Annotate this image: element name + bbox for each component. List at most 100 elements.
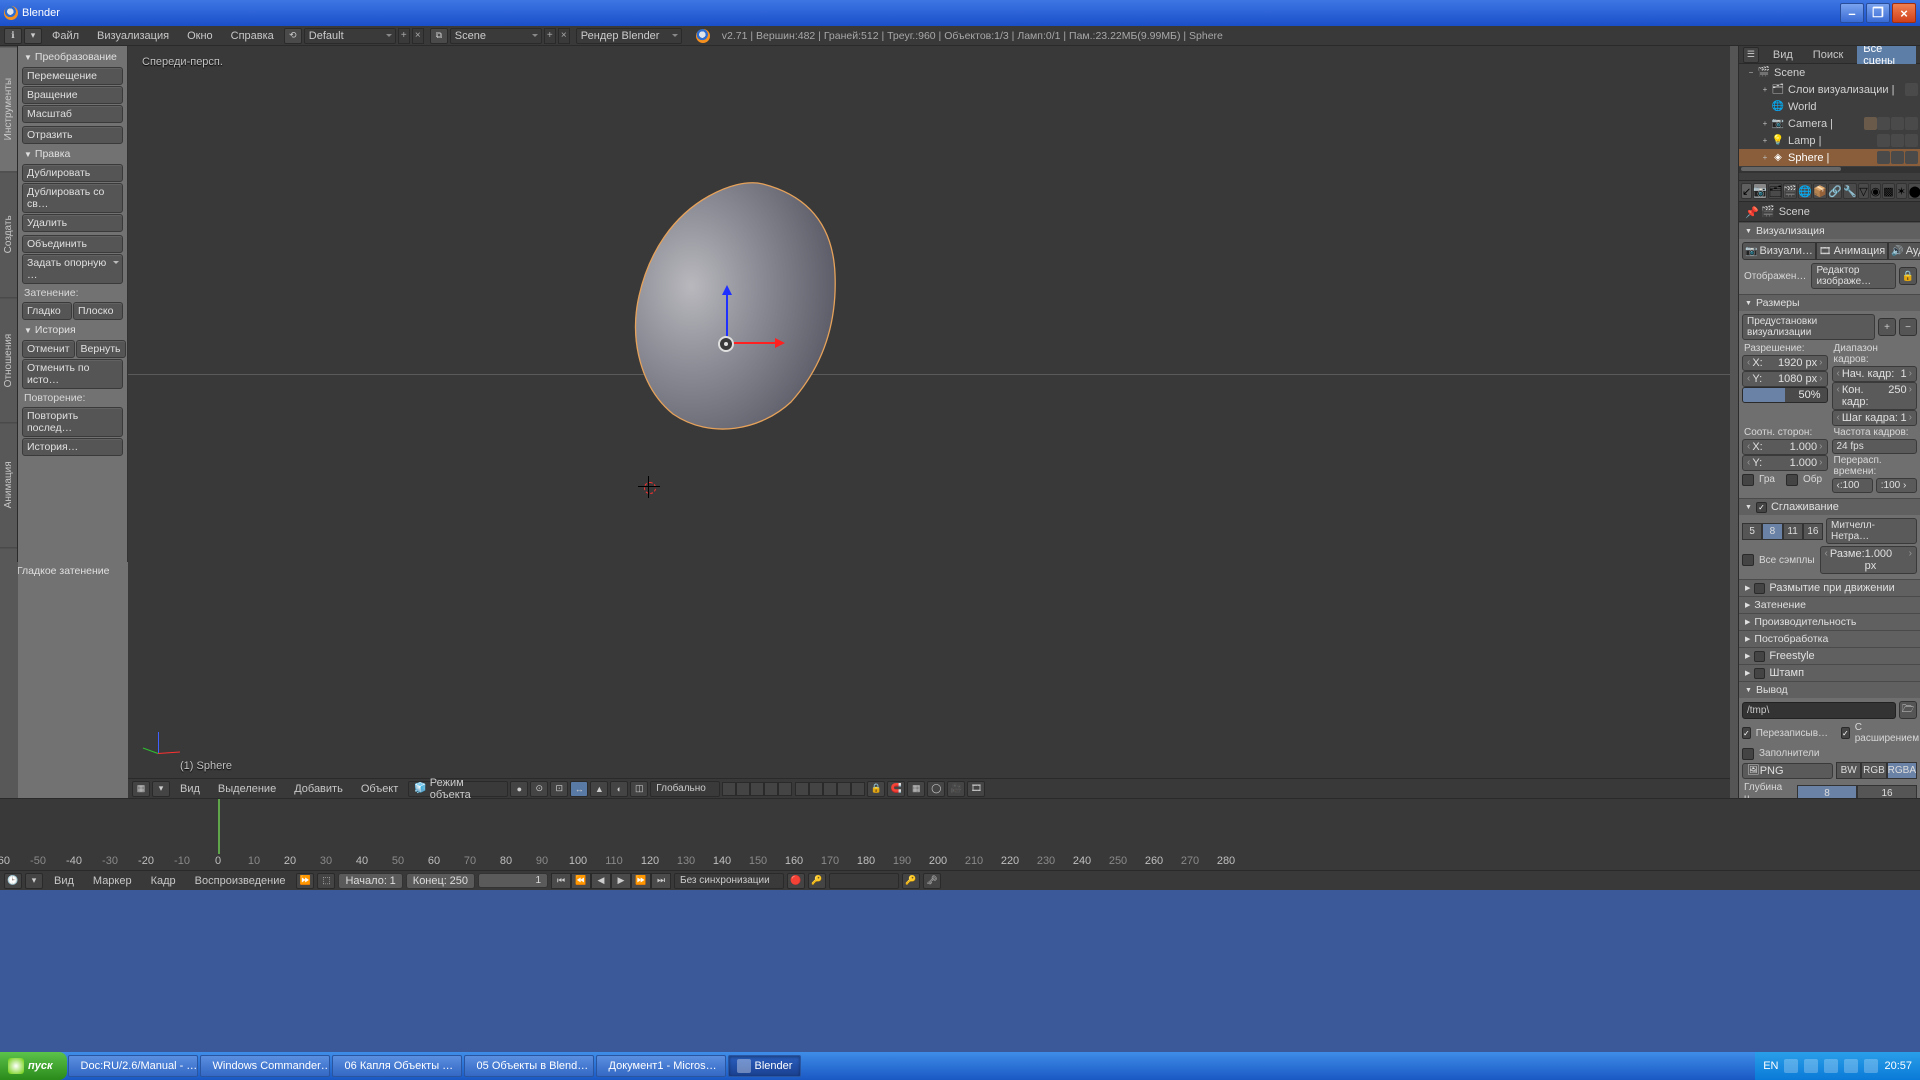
end-frame-field[interactable]: Кон. кадр:250 [1832,382,1918,410]
ptab-context-icon[interactable]: ↙ [1741,183,1752,199]
panel-post[interactable]: Постобработка [1739,630,1920,647]
set-origin-button[interactable]: Задать опорную … [22,254,123,284]
lock-camera-icon[interactable]: 🔒 [867,781,885,797]
mesh-sphere[interactable] [633,180,838,436]
play-icon[interactable]: ▶ [611,873,631,889]
mirror-button[interactable]: Отразить [22,126,123,144]
aspect-x-field[interactable]: X:1.000 [1742,439,1828,455]
3d-cursor[interactable] [638,476,660,498]
layout-del[interactable]: × [412,28,424,44]
depth-16[interactable]: 16 [1857,785,1917,799]
tl-menu-frame[interactable]: Кадр [143,873,184,889]
output-browse-icon[interactable]: 🗁 [1899,701,1917,719]
timeline-editor-icon[interactable]: 🕒 [4,873,22,889]
tray-icon[interactable] [1844,1059,1858,1073]
3d-viewport[interactable]: Спереди-персп. [128,46,1730,798]
ptab-layers-icon[interactable]: 🗂 [1768,183,1782,199]
join-button[interactable]: Объединить [22,235,123,253]
vtab-tools[interactable]: Инструменты [0,46,17,171]
panel-render-head[interactable]: Визуализация [1739,222,1920,239]
shade-smooth-button[interactable]: Гладко [22,302,72,320]
outliner-tree[interactable]: −🎬Scene+🗂Слои визуализации |🌐World+📷Came… [1739,64,1920,180]
lang-indicator[interactable]: EN [1763,1060,1778,1072]
duplicate-button[interactable]: Дублировать [22,164,123,182]
outliner-row[interactable]: +📷Camera | [1739,115,1920,132]
ptab-modifiers-icon[interactable]: 🔧 [1843,183,1857,199]
proportional-icon[interactable]: ◯ [927,781,945,797]
taskbar-app-button[interactable]: Blender [728,1055,802,1077]
key-insert-icon[interactable]: 🔑 [902,873,920,889]
vp-menu-add[interactable]: Добавить [286,781,351,797]
tray-icon[interactable] [1804,1059,1818,1073]
outliner-editor-icon[interactable]: ☰ [1743,47,1759,63]
outliner-view[interactable]: Вид [1767,48,1799,62]
depth-8[interactable]: 8 [1797,785,1857,799]
colormode-rgb[interactable]: RGB [1861,762,1886,779]
preset-del-icon[interactable]: − [1899,318,1917,336]
ptab-render-icon[interactable]: 📷 [1753,183,1767,199]
panel-motion-blur[interactable]: Размытие при движении [1739,579,1920,596]
ptab-material-icon[interactable]: ◉ [1870,183,1882,199]
placeholders-checkbox[interactable] [1742,748,1754,760]
render-anim-button[interactable]: 🎞Анимация [1816,242,1888,260]
ptab-particles-icon[interactable]: ✶ [1896,183,1907,199]
frame-step-field[interactable]: Шаг кадра:1 [1832,410,1918,426]
back-icon[interactable]: ⟲ [284,28,302,44]
end-frame[interactable]: Конец: 250 [406,873,475,889]
panel-edit-head[interactable]: Правка [20,145,125,163]
panel-freestyle[interactable]: Freestyle [1739,647,1920,664]
layer-buttons[interactable] [722,782,865,796]
history-button[interactable]: История… [22,438,123,456]
res-percent-slider[interactable]: 50% [1742,387,1828,403]
outliner-row[interactable]: +◈Sphere | [1739,149,1920,166]
aspect-y-field[interactable]: Y:1.000 [1742,455,1828,471]
next-keyframe-icon[interactable]: ⏩ [631,873,651,889]
outliner-search[interactable]: Поиск [1807,48,1849,62]
remap-new-field[interactable]: :100 › [1876,478,1917,493]
redo-button[interactable]: Вернуть [76,340,126,358]
vp-menu-select[interactable]: Выделение [210,781,284,797]
panel-shading[interactable]: Затенение [1739,596,1920,613]
keying-set-icon[interactable]: 🔑 [808,873,826,889]
tl-menu-view[interactable]: Вид [46,873,82,889]
tl-menu-playback[interactable]: Воспроизведение [187,873,294,889]
aa-5[interactable]: 5 [1742,523,1762,540]
colormode-bw[interactable]: BW [1836,762,1861,779]
range-icon[interactable]: ⏩ [296,873,314,889]
ptab-texture-icon[interactable]: ▩ [1882,183,1894,199]
editor-type-icon[interactable]: ℹ [4,28,22,44]
render-anim-icon[interactable]: 🎞 [967,781,985,797]
render-audio-button[interactable]: 🔊Аудио [1888,242,1920,260]
taskbar-app-button[interactable]: 06 Капля Объекты … [332,1055,462,1077]
taskbar-app-button[interactable]: Doc:RU/2.6/Manual - … [68,1055,198,1077]
ptab-constraints-icon[interactable]: 🔗 [1828,183,1842,199]
rotate-button[interactable]: Вращение [22,86,123,104]
scene-del[interactable]: × [558,28,570,44]
vtab-relations[interactable]: Отношения [0,297,17,422]
ptab-data-icon[interactable]: ▽ [1858,183,1868,199]
manip-rotate-icon[interactable]: ◐ [610,781,628,797]
border-checkbox[interactable] [1742,474,1754,486]
undo-button[interactable]: Отменит [22,340,75,358]
sync-dropdown[interactable]: Без синхронизации [674,873,784,889]
start-button[interactable]: пуск [0,1052,67,1080]
play-reverse-icon[interactable]: ◀ [591,873,611,889]
menu-render[interactable]: Визуализация [89,28,177,44]
ptab-scene-icon[interactable]: 🎬 [1783,183,1797,199]
delete-button[interactable]: Удалить [22,214,123,232]
preset-add-icon[interactable]: + [1878,318,1896,336]
timeline-expand-icon[interactable]: ▾ [25,873,43,889]
menu-help[interactable]: Справка [223,28,282,44]
mode-dropdown[interactable]: 🧊 Режим объекта [408,781,508,797]
region-splitter[interactable] [1730,46,1738,798]
aa-8[interactable]: 8 [1762,523,1782,540]
render-button[interactable]: 📷Визуали… [1742,242,1816,260]
translate-button[interactable]: Перемещение [22,67,123,85]
last-op-head[interactable]: Гладкое затенение [0,562,128,580]
vp-menu-view[interactable]: Вид [172,781,208,797]
scene-add[interactable]: + [544,28,556,44]
scene-dropdown[interactable]: Scene [450,28,542,44]
snap-toggle-icon[interactable]: 🧲 [887,781,905,797]
timeline-canvas[interactable] [0,798,1920,854]
prev-keyframe-icon[interactable]: ⏪ [571,873,591,889]
